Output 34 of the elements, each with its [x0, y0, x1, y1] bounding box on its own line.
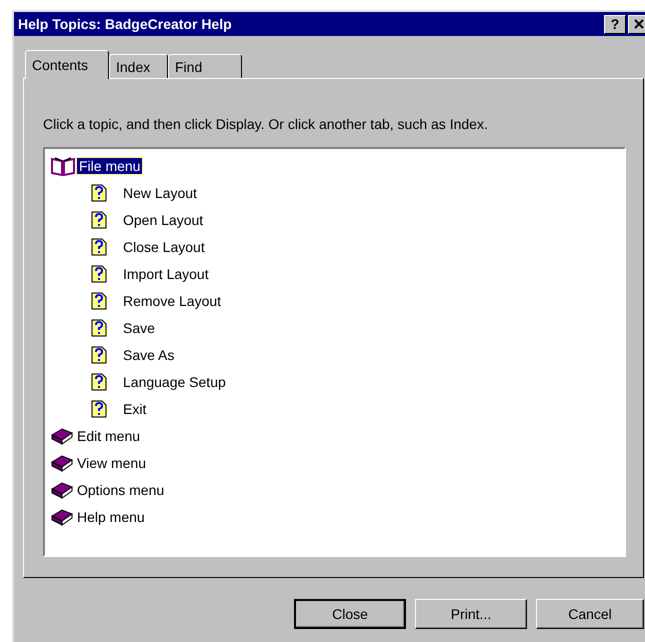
tree-item[interactable]: New Layout [121, 184, 199, 200]
help-page-icon [91, 184, 107, 202]
help-page-icon [91, 372, 107, 390]
tree-item[interactable]: Close Layout [121, 238, 207, 254]
tab[interactable]: Contents [25, 50, 109, 79]
dialog-button[interactable]: Print... [415, 599, 527, 629]
tree-item[interactable]: Save [121, 320, 157, 336]
tree-item[interactable]: Edit menu [75, 428, 142, 444]
tree-item[interactable]: Exit [121, 400, 148, 416]
tab[interactable]: Index [109, 54, 168, 78]
help-page-icon [91, 210, 107, 228]
help-page-icon [91, 318, 107, 336]
dialog-button[interactable]: Close [294, 599, 406, 629]
help-page-icon [91, 238, 107, 256]
tree-item[interactable]: View menu [75, 454, 148, 470]
tree-item[interactable]: Help menu [75, 508, 147, 524]
window-title: Help Topics: BadgeCreator Help [18, 16, 233, 32]
help-page-icon [91, 264, 107, 282]
tree-item[interactable]: Language Setup [121, 374, 228, 390]
tab[interactable]: Find [168, 54, 242, 78]
help-page-icon [91, 346, 107, 364]
instruction-text: Click a topic, and then click Display. Or click another tab, such as Index. [43, 116, 489, 132]
tree-item[interactable]: Options menu [75, 482, 166, 498]
tree-item[interactable]: Open Layout [121, 212, 206, 228]
help-button[interactable]: ? [604, 14, 626, 34]
dialog-button[interactable]: Cancel [536, 599, 644, 629]
tree-item[interactable]: Import Layout [121, 266, 211, 282]
close-button[interactable] [628, 14, 645, 34]
tree-item[interactable]: File menu [77, 158, 142, 174]
tree-item[interactable]: Remove Layout [121, 292, 224, 308]
help-page-icon [91, 400, 107, 418]
help-page-icon [91, 292, 107, 310]
tree-item[interactable]: Save As [121, 346, 176, 362]
close-icon [634, 19, 644, 29]
